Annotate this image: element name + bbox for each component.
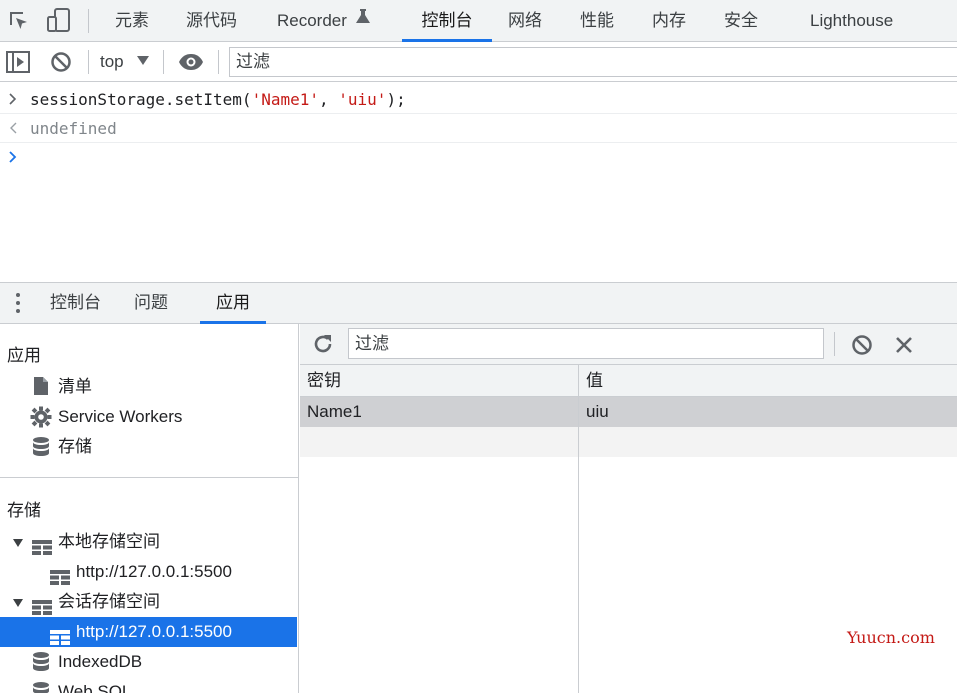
console-input-line: sessionStorage.setItem('Name1', 'uiu'); [0,85,957,114]
column-header-key[interactable]: 密钥 [307,365,341,397]
inspect-element-icon[interactable] [7,9,31,38]
code-string: 'Name1' [251,90,319,109]
sidebar-item-label: http://127.0.0.1:5500 [76,622,232,641]
watermark: Yuucn.com [847,628,935,647]
eye-icon[interactable] [178,53,204,76]
tab-console[interactable]: 控制台 [402,0,492,42]
tab-recorder[interactable]: Recorder [277,0,371,42]
toolbar-divider [834,332,835,356]
storage-filter-input[interactable] [348,328,824,359]
code-call: sessionStorage.setItem( [30,90,252,109]
console-prompt-line[interactable] [0,143,957,172]
console-filter-input[interactable] [229,47,957,77]
drawer-tab-console[interactable]: 控制台 [50,283,101,324]
tab-network[interactable]: 网络 [508,0,542,42]
tab-recorder-label: Recorder [277,11,347,30]
show-sidebar-icon[interactable] [6,51,30,78]
console-output[interactable]: sessionStorage.setItem('Name1', 'uiu'); … [0,83,957,283]
sidebar-item-storage[interactable]: 存储 [0,432,298,462]
flask-icon [356,0,371,40]
devtools-main-tabbar: 元素 源代码 Recorder 控制台 网络 性能 内存 安全 Lighthou… [0,0,957,42]
prompt-chevron-icon [6,143,20,172]
chevron-right-icon [6,85,20,114]
return-arrow-icon [6,114,20,143]
toolbar-divider [218,50,219,74]
expand-triangle-icon[interactable] [13,599,23,607]
refresh-icon[interactable] [312,333,334,360]
sidebar-item-label: http://127.0.0.1:5500 [76,562,232,581]
sidebar-item-label: Service Workers [58,407,183,426]
table-row[interactable]: Name1 uiu [300,397,957,427]
device-toolbar-icon[interactable] [46,7,72,40]
delete-selected-icon[interactable] [895,336,913,359]
column-header-value[interactable]: 值 [586,365,603,397]
sidebar-item-label: Web SQL [58,682,132,693]
section-title-application: 应用 [7,346,41,366]
sidebar-item-local-storage[interactable]: 本地存储空间 [0,527,298,557]
sidebar-item-indexeddb[interactable]: IndexedDB [0,647,298,677]
toolbar-divider [163,50,164,74]
sidebar-item-label: 会话存储空间 [58,592,160,612]
drawer-tab-issues[interactable]: 问题 [134,283,168,324]
empty-table-row [300,427,957,457]
clear-console-icon[interactable] [50,51,72,78]
tab-lighthouse[interactable]: Lighthouse [810,0,893,42]
context-selector[interactable]: top [100,42,124,82]
section-title-storage: 存储 [7,501,41,521]
sidebar-item-websql[interactable]: Web SQL [0,677,298,693]
sidebar-item-label: 清单 [58,377,92,397]
sidebar-item-label: IndexedDB [58,652,143,671]
tab-memory[interactable]: 内存 [652,0,686,42]
drawer-tabbar: 控制台 问题 应用 [0,283,957,324]
toolbar-divider [88,50,89,74]
database-icon [32,681,50,693]
sidebar-item-label: 存储 [58,437,92,457]
drawer-tab-application[interactable]: 应用 [200,283,266,324]
table-header: 密钥 值 [300,365,957,397]
column-divider [578,365,579,693]
sidebar-item-service-workers[interactable]: Service Workers [0,402,298,432]
console-toolbar: top [0,42,957,82]
sidebar-item-session-storage[interactable]: 会话存储空间 [0,587,298,617]
storage-toolbar [300,324,957,365]
application-sidebar: 应用 清单 Service Workers 存储 存储 本地存储空间 http:… [0,324,299,693]
console-result: undefined [30,119,117,138]
console-result-line: undefined [0,114,957,143]
code-string: 'uiu' [338,90,387,109]
tab-sources[interactable]: 源代码 [186,0,237,42]
expand-triangle-icon[interactable] [13,539,23,547]
tab-performance[interactable]: 性能 [580,0,614,42]
tab-security[interactable]: 安全 [724,0,758,42]
console-command: sessionStorage.setItem('Name1', 'uiu'); [30,85,406,114]
cell-value: uiu [586,402,609,421]
code-punct: ); [386,90,406,109]
more-menu-icon[interactable] [16,293,20,317]
section-divider [0,477,298,478]
clear-all-icon[interactable] [851,334,873,361]
sidebar-item-local-storage-origin[interactable]: http://127.0.0.1:5500 [0,557,298,587]
sidebar-item-label: 本地存储空间 [58,532,160,552]
sidebar-item-session-storage-origin[interactable]: http://127.0.0.1:5500 [0,617,297,647]
code-punct: , [319,90,339,109]
toolbar-divider [88,9,89,33]
chevron-down-icon [137,56,149,65]
sidebar-item-manifest[interactable]: 清单 [0,372,298,402]
cell-key: Name1 [307,402,362,421]
database-icon [32,436,50,468]
tab-elements[interactable]: 元素 [115,0,149,42]
